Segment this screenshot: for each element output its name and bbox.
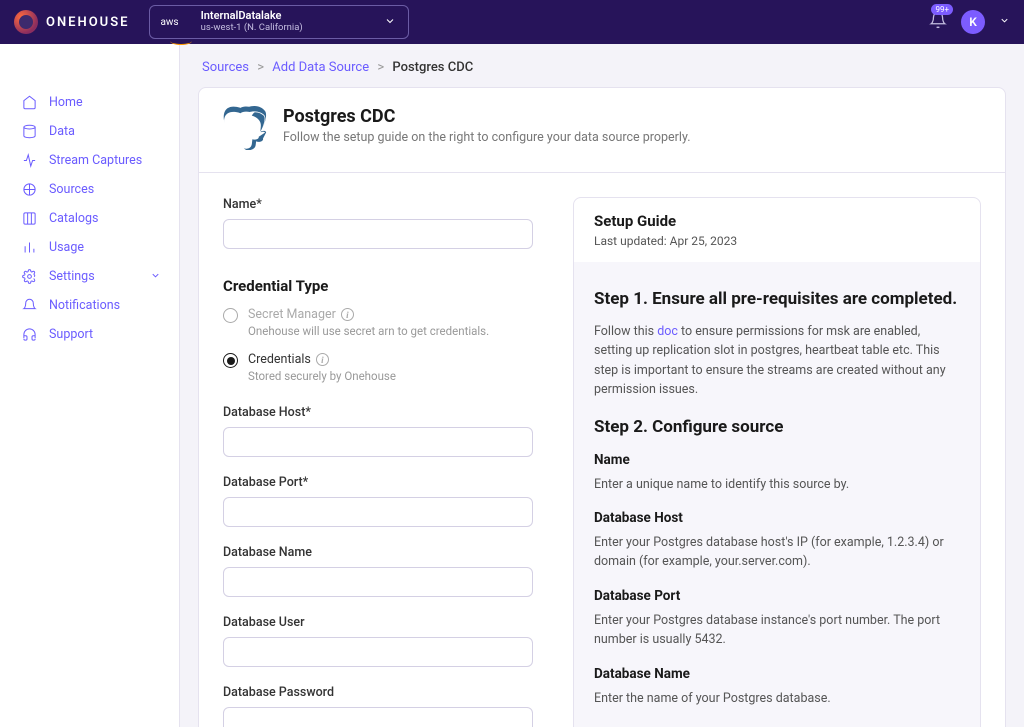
info-icon[interactable]: i — [316, 353, 329, 366]
credential-type-heading: Credential Type — [223, 277, 533, 295]
stream-icon — [22, 153, 37, 168]
user-menu-chevron[interactable] — [999, 15, 1010, 29]
guide-last-updated: Last updated: Apr 25, 2023 — [594, 234, 960, 248]
sidebar-item-settings[interactable]: Settings — [0, 262, 179, 291]
db-port-label: Database Port* — [223, 475, 533, 490]
guide-section-body: Enter the name of your Postgres database… — [594, 689, 960, 708]
name-label: Name* — [223, 197, 533, 212]
sources-icon — [22, 182, 37, 197]
sidebar-item-usage[interactable]: Usage — [0, 233, 179, 262]
db-user-label: Database User — [223, 615, 533, 630]
sidebar-item-home[interactable]: Home — [0, 88, 179, 117]
breadcrumb-current: Postgres CDC — [392, 60, 473, 75]
guide-step1-body: Follow this doc to ensure permissions fo… — [594, 322, 960, 400]
support-icon — [22, 327, 37, 342]
main-content: Sources > Add Data Source > Postgres CDC… — [180, 44, 1024, 727]
chevron-down-icon — [384, 15, 396, 30]
db-port-input[interactable] — [223, 497, 533, 527]
db-name-input[interactable] — [223, 567, 533, 597]
sidebar-item-label: Data — [49, 124, 75, 139]
sidebar-item-label: Catalogs — [49, 211, 98, 226]
gear-icon — [22, 269, 37, 284]
source-card: Postgres CDC Follow the setup guide on t… — [198, 87, 1006, 727]
sidebar-item-label: Home — [49, 95, 83, 110]
home-icon — [22, 95, 37, 110]
radio-desc: Stored securely by Onehouse — [248, 369, 396, 383]
breadcrumb: Sources > Add Data Source > Postgres CDC — [198, 60, 1006, 75]
radio-credentials[interactable]: Credentials i Stored securely by Onehous… — [223, 352, 533, 383]
sidebar-item-label: Notifications — [49, 298, 120, 313]
db-user-input[interactable] — [223, 637, 533, 667]
guide-step2-title: Step 2. Configure source — [594, 416, 960, 438]
sidebar-item-label: Usage — [49, 240, 84, 255]
sidebar-item-data[interactable]: Data — [0, 117, 179, 146]
guide-section-heading: Database Port — [594, 588, 960, 604]
breadcrumb-link-sources[interactable]: Sources — [202, 60, 249, 75]
guide-title: Setup Guide — [594, 212, 960, 230]
sidebar: Home Data Stream Captures Sources Catalo… — [0, 44, 180, 727]
guide-section-heading: Database Name — [594, 666, 960, 682]
guide-step1-title: Step 1. Ensure all pre-requisites are co… — [594, 288, 960, 310]
breadcrumb-separator: > — [377, 60, 384, 75]
db-password-label: Database Password — [223, 685, 533, 700]
chevron-down-icon — [150, 270, 161, 284]
page-subtitle: Follow the setup guide on the right to c… — [283, 130, 691, 145]
db-name-label: Database Name — [223, 545, 533, 560]
aws-icon — [170, 37, 192, 45]
radio-title: Secret Manager — [248, 307, 336, 322]
radio-title: Credentials — [248, 352, 311, 367]
brand-name: ONEHOUSE — [46, 15, 129, 30]
setup-guide: Setup Guide Last updated: Apr 25, 2023 S… — [573, 197, 981, 727]
project-region: us-west-1 (N. California) — [201, 23, 303, 34]
sidebar-item-label: Settings — [49, 269, 95, 284]
breadcrumb-link-add-data-source[interactable]: Add Data Source — [272, 60, 369, 75]
project-selector[interactable]: aws InternalDatalake us-west-1 (N. Calif… — [149, 5, 409, 39]
user-avatar[interactable]: K — [961, 10, 985, 34]
breadcrumb-separator: > — [257, 60, 264, 75]
doc-link[interactable]: doc — [657, 324, 678, 339]
notifications-button[interactable]: 99+ — [929, 11, 947, 33]
db-host-input[interactable] — [223, 427, 533, 457]
name-input[interactable] — [223, 219, 533, 249]
form-column: Name* Credential Type Secret Manager i O… — [223, 197, 573, 727]
radio-icon — [223, 308, 238, 323]
page-title: Postgres CDC — [283, 106, 691, 127]
radio-icon — [223, 353, 238, 368]
guide-section-heading: Name — [594, 452, 960, 468]
sidebar-item-catalogs[interactable]: Catalogs — [0, 204, 179, 233]
postgres-icon — [223, 106, 267, 154]
radio-desc: Onehouse will use secret arn to get cred… — [248, 324, 489, 338]
sidebar-item-label: Stream Captures — [49, 153, 142, 168]
sidebar-item-label: Sources — [49, 182, 94, 197]
usage-icon — [22, 240, 37, 255]
radio-secret-manager[interactable]: Secret Manager i Onehouse will use secre… — [223, 307, 533, 338]
notification-count-badge: 99+ — [931, 4, 953, 15]
sidebar-item-notifications[interactable]: Notifications — [0, 291, 179, 320]
guide-section-heading: Database Host — [594, 510, 960, 526]
catalogs-icon — [22, 211, 37, 226]
info-icon[interactable]: i — [341, 308, 354, 321]
cloud-provider-label: aws — [160, 17, 178, 28]
guide-section-body: Enter a unique name to identify this sou… — [594, 475, 960, 494]
sidebar-item-label: Support — [49, 327, 93, 342]
brand-logo[interactable]: ONEHOUSE — [14, 10, 129, 34]
sidebar-item-support[interactable]: Support — [0, 320, 179, 349]
bell-icon — [22, 298, 37, 313]
guide-section-body: Enter your Postgres database host's IP (… — [594, 533, 960, 572]
logo-icon — [14, 10, 38, 34]
sidebar-item-sources[interactable]: Sources — [0, 175, 179, 204]
card-header: Postgres CDC Follow the setup guide on t… — [199, 88, 1005, 173]
db-password-input[interactable] — [223, 707, 533, 727]
data-icon — [22, 124, 37, 139]
guide-section-body: Enter your Postgres database instance's … — [594, 611, 960, 650]
project-name: InternalDatalake — [201, 10, 303, 23]
db-host-label: Database Host* — [223, 405, 533, 420]
topbar: ONEHOUSE aws InternalDatalake us-west-1 … — [0, 0, 1024, 44]
sidebar-item-stream-captures[interactable]: Stream Captures — [0, 146, 179, 175]
